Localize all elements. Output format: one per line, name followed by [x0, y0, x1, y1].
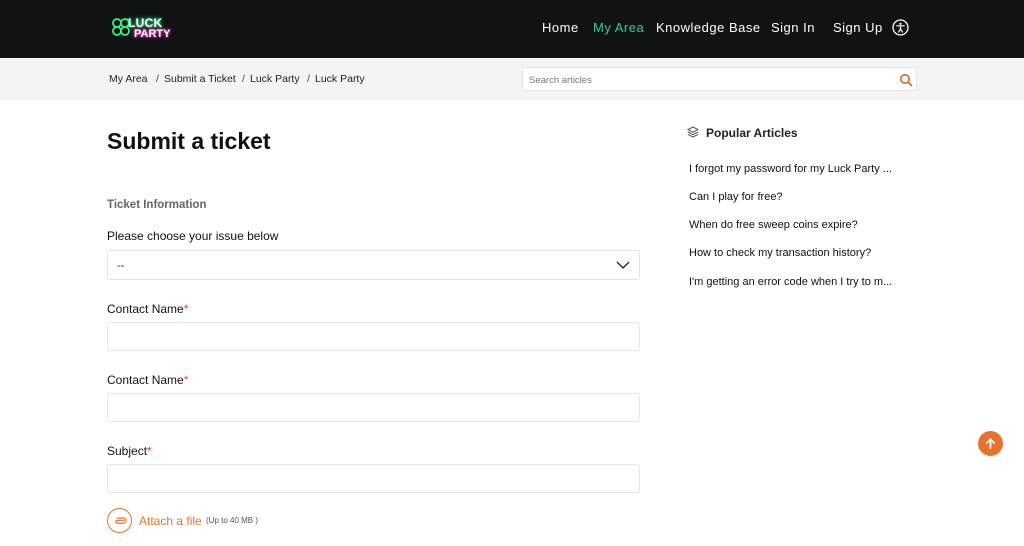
contact-name-label-text: Contact Name: [107, 373, 184, 387]
section-ticket-information: Ticket Information: [107, 199, 207, 211]
logo-text-bottom: PARTY: [134, 28, 171, 40]
popular-article-link[interactable]: When do free sweep coins expire?: [689, 219, 858, 231]
breadcrumb-luck-party[interactable]: Luck Party: [250, 73, 300, 85]
arrow-up-icon: [985, 438, 996, 449]
popular-article-link[interactable]: I forgot my password for my Luck Party .…: [689, 163, 892, 175]
popular-article-link[interactable]: How to check my transaction history?: [689, 247, 871, 259]
scroll-to-top-button[interactable]: [978, 431, 1003, 456]
popular-articles-title: Popular Articles: [706, 126, 798, 140]
attach-circle: [107, 508, 132, 533]
top-navigation: LUCK PARTY Home My Area Knowledge Base S…: [0, 0, 1024, 58]
required-mark: *: [183, 302, 189, 316]
popular-article-link[interactable]: Can I play for free?: [689, 191, 783, 203]
breadcrumb-luck-party-current[interactable]: Luck Party: [315, 73, 365, 85]
contact-name-label-second: Contact Name*: [107, 373, 188, 387]
popular-article-link[interactable]: I'm getting an error code when I try to …: [689, 276, 892, 288]
contact-name-field-second[interactable]: [107, 393, 640, 422]
contact-name-field[interactable]: [107, 322, 640, 351]
nav-my-area[interactable]: My Area: [593, 20, 644, 38]
accessibility-icon[interactable]: [892, 19, 909, 36]
subject-label-text: Subject: [107, 444, 148, 458]
nav-sign-in[interactable]: Sign In: [771, 20, 815, 38]
nav-sign-up[interactable]: Sign Up: [833, 20, 883, 38]
subject-label: Subject*: [107, 444, 152, 458]
luck-party-logo[interactable]: LUCK PARTY: [110, 14, 170, 42]
required-mark: *: [183, 373, 189, 387]
paperclip-icon: [115, 517, 127, 524]
breadcrumb-my-area[interactable]: My Area: [109, 73, 148, 85]
layers-icon: [687, 126, 699, 138]
contact-name-label: Contact Name*: [107, 302, 188, 316]
search-input[interactable]: [529, 72, 879, 88]
nav-home[interactable]: Home: [542, 20, 579, 38]
breadcrumb-submit-ticket[interactable]: Submit a Ticket: [164, 73, 236, 85]
attach-size-note: (Up to 40 MB ): [206, 516, 259, 525]
search-icon[interactable]: [899, 73, 913, 87]
chevron-down-icon: [616, 261, 630, 269]
issue-select-value: --: [117, 260, 125, 272]
issue-select[interactable]: --: [107, 250, 640, 280]
required-mark: *: [147, 444, 152, 458]
search-box: [522, 67, 917, 91]
breadcrumb-separator: /: [307, 73, 310, 85]
subject-field[interactable]: [107, 464, 640, 493]
attach-file-label: Attach a file: [139, 514, 202, 528]
breadcrumb-separator: /: [242, 73, 245, 85]
page-title: Submit a ticket: [107, 128, 271, 154]
issue-label: Please choose your issue below: [107, 229, 279, 243]
contact-name-label-text: Contact Name: [107, 302, 184, 316]
nav-knowledge-base[interactable]: Knowledge Base: [656, 20, 761, 38]
breadcrumb-separator: /: [156, 73, 159, 85]
